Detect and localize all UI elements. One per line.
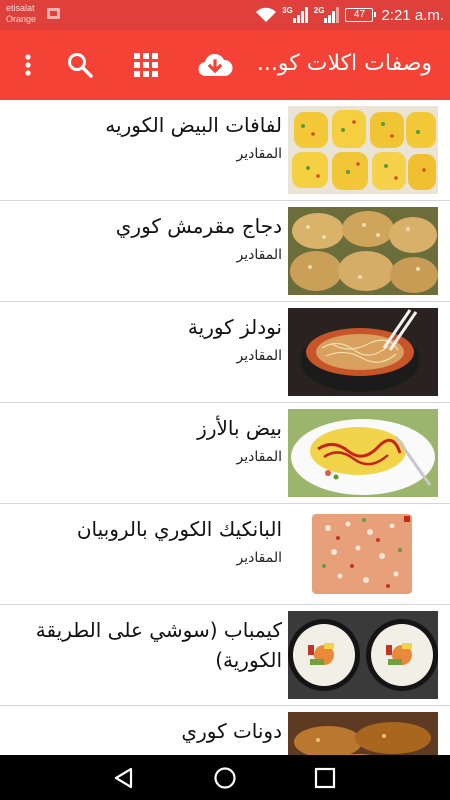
network-type-1: 3G [282, 5, 293, 15]
carrier-name-2: Orange [6, 14, 37, 24]
recipe-title: بيض بالأرز [197, 416, 282, 440]
recipe-subtitle: المقادير [236, 449, 282, 465]
status-indicators: 3G 2G 47 2:21 a.m. [250, 4, 444, 26]
recipe-image-egg-rolls [288, 106, 438, 194]
recents-icon[interactable] [312, 765, 338, 791]
signal-icon [292, 7, 308, 23]
network-type-2: 2G [313, 5, 325, 15]
recipe-title: لفافات البيض الكوريه [105, 113, 282, 137]
system-nav-bar [0, 755, 450, 800]
recipe-item-pancake[interactable]: البانكيك الكوري بالروبيان المقادير [0, 504, 450, 605]
notification-image-icon [47, 8, 60, 19]
wifi-icon [256, 7, 277, 22]
recipe-item-kimbap[interactable]: كيمباب (سوشي على الطريقة الكورية) [0, 605, 450, 706]
grid-menu-icon[interactable] [132, 51, 160, 79]
search-icon[interactable] [66, 51, 94, 79]
recipe-image-omurice [288, 409, 438, 497]
recipe-item-omurice[interactable]: بيض بالأرز المقادير [0, 403, 450, 504]
recipe-item-donuts[interactable]: دونات كوري [0, 706, 450, 755]
recipe-subtitle: المقادير [236, 550, 282, 566]
battery-icon: 47 [345, 8, 377, 22]
recipe-subtitle: المقادير [236, 348, 282, 364]
recipe-title: دجاج مقرمش كوري [115, 214, 282, 238]
overflow-menu-icon[interactable] [14, 51, 42, 79]
carrier-name-1: etisalat [6, 3, 35, 13]
recipe-list: لفافات البيض الكوريه المقادير دجاج مقرمش… [0, 100, 450, 755]
recipe-subtitle: المقادير [236, 247, 282, 263]
app-title: وصفات اكلات كو... [256, 51, 432, 76]
status-bar: etisalat Orange 3G 2G 47 2:21 a.m. [0, 0, 450, 30]
app-bar: وصفات اكلات كو... [0, 30, 450, 100]
home-icon[interactable] [212, 765, 238, 791]
recipe-image-crispy-chicken [288, 207, 438, 295]
recipe-image-noodles [288, 308, 438, 396]
carrier-info: etisalat Orange [6, 3, 36, 25]
recipe-image-pancake [288, 510, 438, 598]
recipe-item-egg-rolls[interactable]: لفافات البيض الكوريه المقادير [0, 100, 450, 201]
recipe-item-noodles[interactable]: نودلز كورية المقادير [0, 302, 450, 403]
recipe-title: نودلز كورية [187, 315, 282, 339]
recipe-title: البانكيك الكوري بالروبيان [76, 517, 282, 541]
recipe-image-kimbap [288, 611, 438, 699]
back-icon[interactable] [111, 765, 137, 791]
recipe-title: كيمباب (سوشي على الطريقة الكورية) [35, 618, 282, 672]
recipe-item-crispy-chicken[interactable]: دجاج مقرمش كوري المقادير [0, 201, 450, 302]
clock: 2:21 a.m. [381, 6, 444, 24]
recipe-title: دونات كوري [181, 719, 282, 743]
recipe-image-donuts [288, 712, 438, 755]
recipe-subtitle: المقادير [236, 146, 282, 162]
download-cloud-icon[interactable] [197, 49, 233, 81]
signal-icon-2 [324, 7, 340, 23]
